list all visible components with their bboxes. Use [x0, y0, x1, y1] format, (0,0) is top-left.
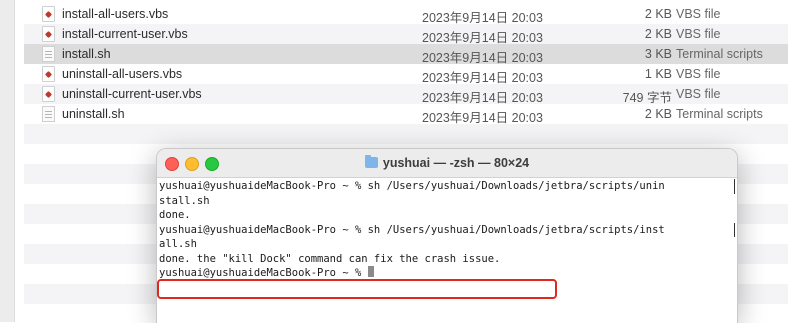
terminal-line: yushuai@yushuaideMacBook-Pro ~ % sh /Use…	[157, 179, 737, 194]
shell-script-icon	[42, 106, 55, 122]
sidebar-edge	[0, 0, 15, 322]
file-name: install-current-user.vbs	[62, 27, 188, 41]
file-size: 2 KB	[644, 107, 672, 121]
file-name: uninstall-all-users.vbs	[62, 67, 183, 81]
window-title: yushuai — -zsh — 80×24	[157, 155, 737, 170]
terminal-output[interactable]: yushuai@yushuaideMacBook-Pro ~ % sh /Use…	[157, 179, 737, 299]
vbs-file-icon	[42, 6, 55, 22]
annotation-highlight-box	[157, 279, 557, 299]
folder-icon	[364, 155, 378, 168]
terminal-window[interactable]: yushuai — -zsh — 80×24 yushuai@yushuaide…	[156, 148, 738, 323]
title-user: yushuai	[382, 156, 431, 170]
title-text: — -zsh — 80×24	[430, 156, 530, 170]
file-kind: Terminal scripts	[676, 107, 763, 121]
file-size: 3 KB	[644, 47, 672, 61]
file-size: 1 KB	[644, 67, 672, 81]
terminal-titlebar[interactable]: yushuai — -zsh — 80×24	[157, 149, 737, 178]
terminal-line: done.	[159, 209, 191, 221]
file-row[interactable]: uninstall.sh 2023年9月14日 20:03 2 KB Termi…	[24, 104, 788, 125]
file-row[interactable]: uninstall-all-users.vbs 2023年9月14日 20:03…	[24, 64, 788, 85]
file-row[interactable]: install-all-users.vbs 2023年9月14日 20:03 2…	[24, 4, 788, 25]
vbs-file-icon	[42, 26, 55, 42]
terminal-line: yushuai@yushuaideMacBook-Pro ~ % sh /Use…	[157, 222, 737, 237]
file-kind: Terminal scripts	[676, 47, 763, 61]
file-name: install.sh	[62, 47, 111, 61]
file-row[interactable]: uninstall-current-user.vbs 2023年9月14日 20…	[24, 84, 788, 105]
text-cursor	[367, 266, 374, 277]
file-row[interactable]: install-current-user.vbs 2023年9月14日 20:0…	[24, 24, 788, 45]
empty-row	[24, 124, 788, 144]
vbs-file-icon	[42, 66, 55, 82]
file-kind: VBS file	[676, 27, 721, 41]
file-name: uninstall-current-user.vbs	[62, 87, 202, 101]
terminal-line: all.sh	[159, 238, 197, 250]
file-name: uninstall.sh	[62, 107, 125, 121]
wrap-marker	[734, 222, 735, 237]
terminal-line: stall.sh	[159, 194, 210, 207]
vbs-file-icon	[42, 86, 55, 102]
file-size: 2 KB	[644, 27, 672, 41]
file-kind: VBS file	[676, 67, 721, 81]
file-size: 2 KB	[644, 7, 672, 21]
file-kind: VBS file	[676, 7, 721, 21]
file-kind: VBS file	[676, 87, 721, 101]
wrap-marker	[734, 179, 735, 194]
terminal-line-highlighted: done. the "kill Dock" command can fix th…	[159, 252, 501, 265]
file-row[interactable]: install.sh 2023年9月14日 20:03 3 KB Termina…	[24, 44, 788, 65]
shell-script-icon	[42, 46, 55, 62]
file-name: install-all-users.vbs	[62, 7, 169, 21]
